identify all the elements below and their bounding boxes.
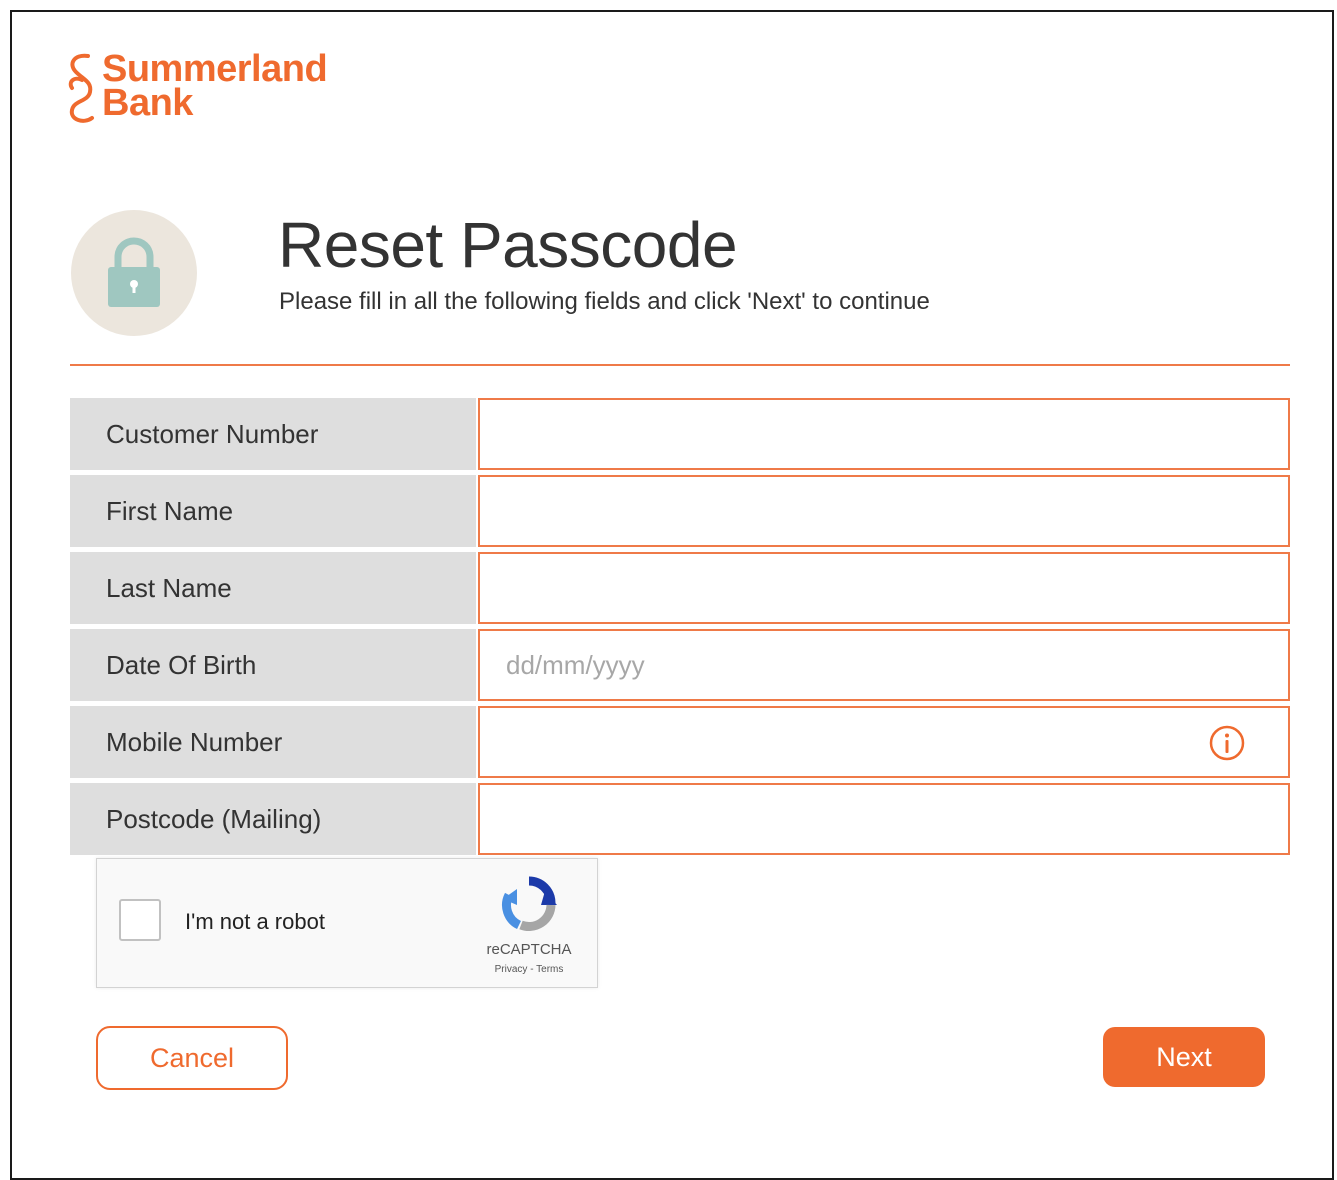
first-name-label: First Name [70,475,476,547]
last-name-input[interactable] [480,553,1288,623]
postcode-input[interactable] [480,784,1288,854]
postcode-label: Postcode (Mailing) [70,783,476,855]
lock-badge [71,210,197,336]
first-name-input[interactable] [480,476,1288,546]
mobile-number-label: Mobile Number [70,706,476,778]
header-divider [70,364,1290,366]
date-of-birth-field-wrap [478,629,1290,701]
reset-passcode-form: Customer Number First Name Last Name Dat… [70,398,1290,860]
bank-logo: Summerland Bank [64,48,328,126]
first-name-field-wrap [478,475,1290,547]
postcode-field-wrap [478,783,1290,855]
form-row-date-of-birth: Date Of Birth [70,629,1290,701]
date-of-birth-input[interactable] [480,630,1288,700]
recaptcha-brand: reCAPTCHA [486,941,572,958]
cancel-button[interactable]: Cancel [96,1026,288,1090]
info-icon[interactable] [1208,724,1246,762]
recaptcha-logo-icon [502,876,557,931]
bank-name-line1: Summerland [102,48,328,90]
last-name-field-wrap [478,552,1290,624]
page-title: Reset Passcode [278,209,738,281]
customer-number-input[interactable] [480,399,1288,469]
bank-name: Summerland Bank [102,48,328,124]
s-swirl-logo-icon [68,53,94,123]
recaptcha-widget: I'm not a robot reCAPTCHA Privacy - Term… [96,858,598,988]
recaptcha-checkbox[interactable] [119,899,161,941]
form-row-last-name: Last Name [70,552,1290,624]
recaptcha-label: I'm not a robot [185,909,325,934]
mobile-number-input[interactable] [480,707,1288,777]
mobile-number-field-wrap [478,706,1290,778]
form-row-first-name: First Name [70,475,1290,547]
last-name-label: Last Name [70,552,476,624]
form-row-customer-number: Customer Number [70,398,1290,470]
form-row-postcode: Postcode (Mailing) [70,783,1290,855]
date-of-birth-label: Date Of Birth [70,629,476,701]
page-subtitle: Please fill in all the following fields … [279,288,930,315]
customer-number-label: Customer Number [70,398,476,470]
recaptcha-privacy-terms[interactable]: Privacy - Terms [479,964,579,975]
form-row-mobile-number: Mobile Number [70,706,1290,778]
bank-name-line2: Bank [102,82,193,124]
customer-number-field-wrap [478,398,1290,470]
next-button[interactable]: Next [1103,1027,1265,1087]
padlock-icon [108,237,160,307]
